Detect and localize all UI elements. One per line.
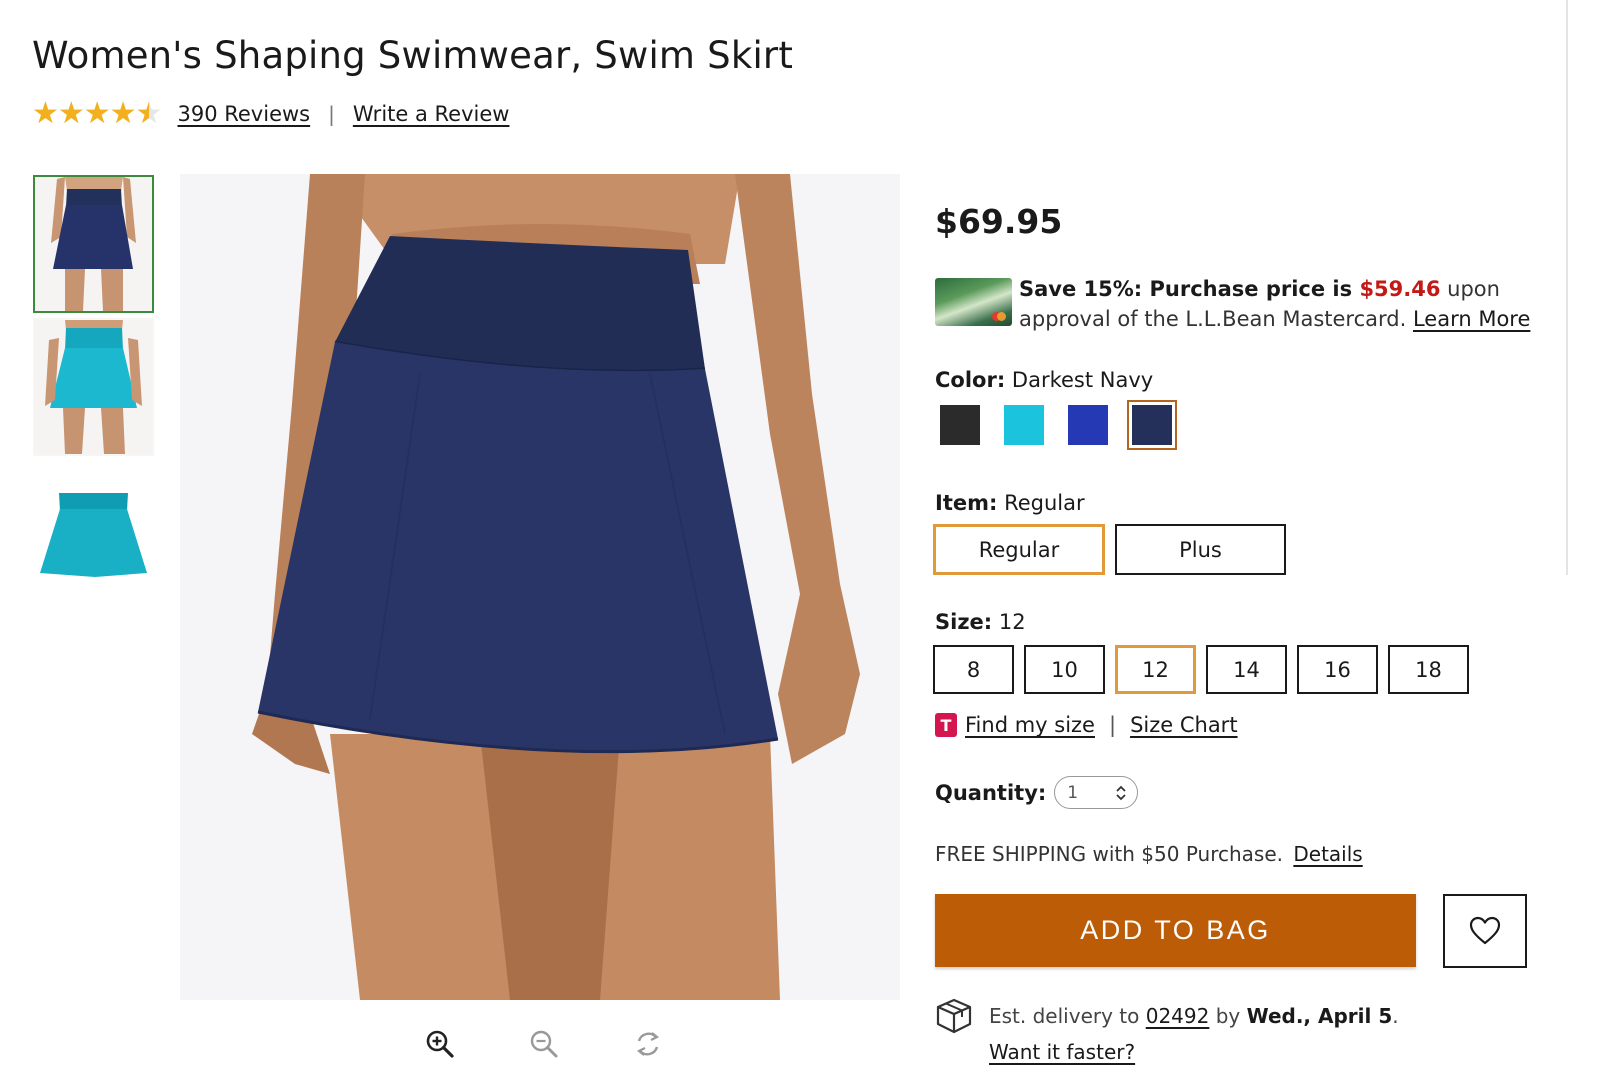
image-tools [420, 1024, 732, 1064]
add-to-bag-button[interactable]: ADD TO BAG [935, 894, 1416, 967]
item-label: Item: Regular [935, 491, 1085, 515]
item-regular-button[interactable]: Regular [933, 524, 1105, 575]
zip-code-link[interactable]: 02492 [1146, 1004, 1210, 1028]
size-label: Size: 12 [935, 610, 1026, 634]
swatch-darkest-navy[interactable] [1127, 400, 1177, 450]
item-plus-button[interactable]: Plus [1115, 524, 1286, 575]
rotate-icon[interactable] [628, 1024, 668, 1064]
color-swatches [935, 400, 1191, 450]
quantity-value: 1 [1067, 782, 1079, 803]
learn-more-link[interactable]: Learn More [1413, 307, 1530, 331]
product-main-image[interactable] [180, 174, 900, 1000]
tape-measure-icon: T [935, 713, 957, 737]
zoom-in-icon[interactable] [420, 1024, 460, 1064]
size-8-button[interactable]: 8 [933, 645, 1014, 694]
shipping-details-link[interactable]: Details [1293, 842, 1362, 866]
size-18-button[interactable]: 18 [1388, 645, 1469, 694]
product-price: $69.95 [935, 202, 1063, 241]
item-options: Regular Plus [933, 524, 1296, 575]
swatch-royal-blue[interactable] [1063, 400, 1113, 450]
divider: | [1108, 713, 1117, 737]
heart-icon [1469, 916, 1501, 945]
color-label: Color: Darkest Navy [935, 368, 1154, 392]
reviews-link[interactable]: 390 Reviews [177, 102, 310, 126]
promo-after: upon [1440, 277, 1500, 301]
credit-card-icon [935, 278, 1012, 326]
zoom-out-icon[interactable] [524, 1024, 564, 1064]
rating-row: ★★★★★ ★★★★★ 390 Reviews | Write a Review [32, 98, 509, 130]
size-10-button[interactable]: 10 [1024, 645, 1105, 694]
write-review-link[interactable]: Write a Review [353, 102, 510, 126]
selected-item: Regular [1004, 491, 1085, 515]
swatch-turquoise[interactable] [999, 400, 1049, 450]
quantity-label: Quantity: [935, 780, 1047, 805]
divider: | [328, 102, 335, 126]
find-my-size-link[interactable]: Find my size [965, 713, 1095, 737]
thumbnail-turquoise[interactable] [33, 318, 154, 456]
star-rating: ★★★★★ ★★★★★ [32, 96, 162, 131]
scrollbar[interactable] [1566, 0, 1568, 575]
want-it-faster-link[interactable]: Want it faster? [989, 1034, 1399, 1070]
swatch-black[interactable] [935, 400, 985, 450]
thumbnail-darkest-navy[interactable] [33, 175, 154, 313]
thumbnail-list [33, 175, 154, 604]
selected-color: Darkest Navy [1011, 368, 1154, 392]
credit-card-promo: Save 15%: Purchase price is $59.46 upon … [935, 274, 1600, 334]
size-16-button[interactable]: 16 [1297, 645, 1378, 694]
thumbnail-turquoise-flat[interactable] [33, 461, 154, 599]
size-14-button[interactable]: 14 [1206, 645, 1287, 694]
chevron-up-down-icon [1116, 785, 1126, 800]
size-chart-link[interactable]: Size Chart [1130, 713, 1238, 737]
delivery-date: Wed., April 5 [1246, 1004, 1393, 1028]
promo-headline: Save 15%: Purchase price is [1019, 277, 1360, 301]
estimated-delivery: Est. delivery to 02492 by Wed., April 5.… [935, 998, 1399, 1070]
size-12-button[interactable]: 12 [1115, 645, 1196, 694]
size-options: 8 10 12 14 16 18 [933, 645, 1479, 694]
package-icon [936, 998, 972, 1034]
promo-price: $59.46 [1359, 277, 1441, 301]
quantity-row: Quantity: 1 [935, 776, 1139, 809]
wishlist-button[interactable] [1443, 894, 1527, 968]
size-help: T Find my size | Size Chart [935, 711, 1238, 739]
free-shipping-note: FREE SHIPPING with $50 Purchase. Details [935, 842, 1363, 866]
promo-line-2: approval of the L.L.Bean Mastercard. [1019, 307, 1413, 331]
selected-size: 12 [998, 610, 1026, 634]
product-title: Women's Shaping Swimwear, Swim Skirt [32, 34, 794, 77]
quantity-select[interactable]: 1 [1054, 776, 1139, 809]
